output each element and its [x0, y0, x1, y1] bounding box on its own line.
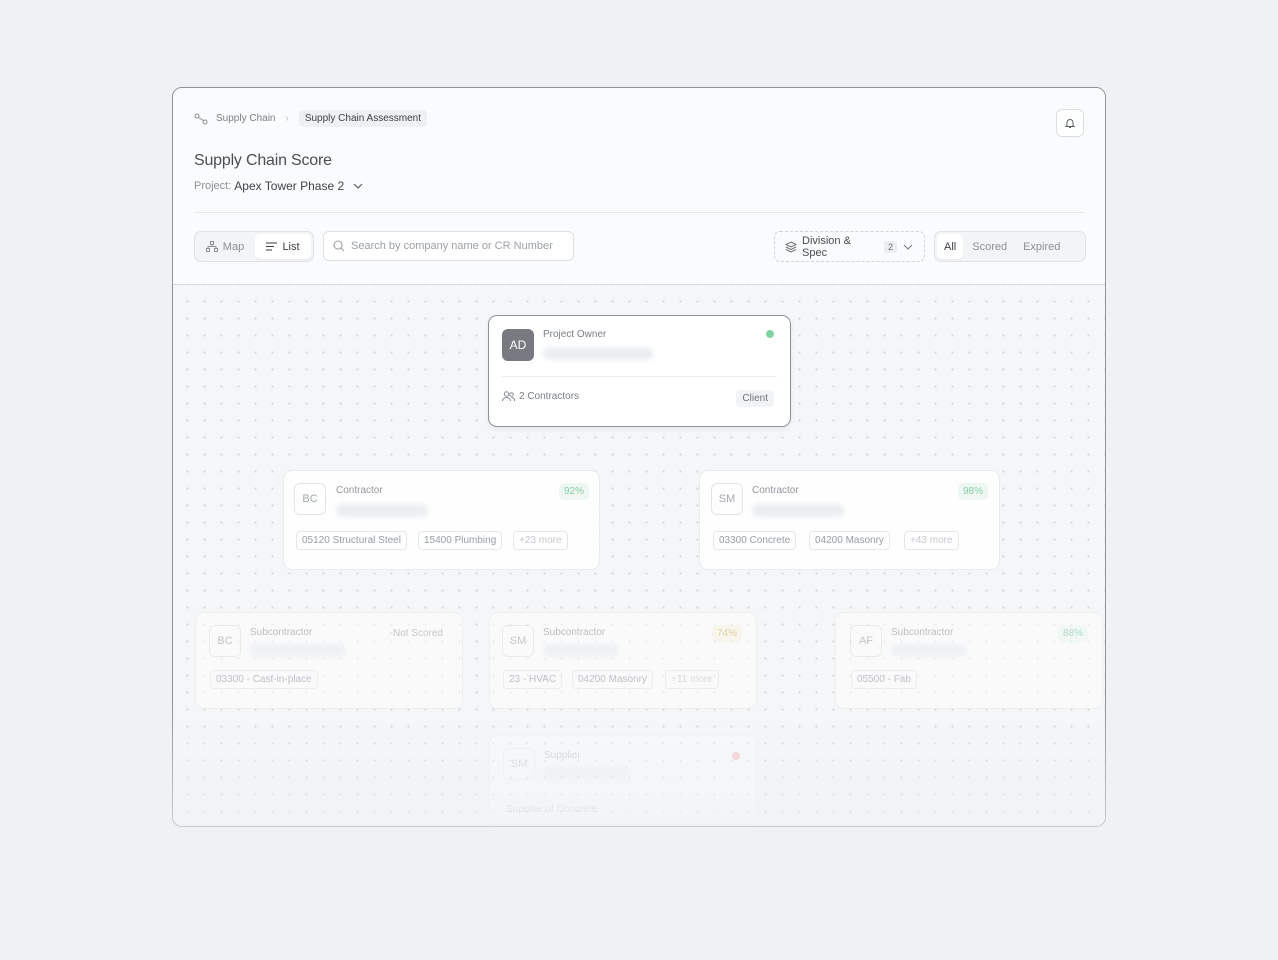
contractor-name-redacted — [752, 504, 844, 517]
contractor-name-redacted — [336, 504, 428, 517]
avatar: AD — [502, 329, 534, 361]
contractors-count: 2 Contractors — [502, 391, 579, 402]
layers-icon — [785, 240, 797, 253]
contractor-role: Contractor — [752, 485, 799, 496]
division-label: Division & Spec — [802, 234, 851, 259]
supply-chain-icon — [194, 113, 208, 124]
avatar: BC — [294, 483, 326, 515]
spec-tag: 05120 Structural Steel — [296, 531, 407, 550]
search-icon — [333, 240, 345, 252]
map-view-label: Map — [222, 240, 245, 253]
breadcrumb-root[interactable]: Supply Chain — [216, 113, 275, 124]
division-spec-filter[interactable]: Division & Spec 2 — [774, 231, 925, 262]
more-tags: +43 more — [904, 531, 959, 550]
supplier-name-redacted — [544, 767, 630, 780]
project-owner-card[interactable]: AD Project Owner 2 Contractors Client — [488, 315, 791, 427]
score-badge: -Not Scored — [389, 628, 443, 639]
bell-icon — [1064, 119, 1076, 128]
supply-chain-map-canvas[interactable]: AD Project Owner 2 Contractors Client BC… — [173, 285, 1105, 826]
project-label: Project: — [194, 180, 232, 192]
chevron-down-icon — [353, 183, 363, 189]
supplier-role: Supplier — [544, 750, 581, 761]
map-view-button[interactable]: Map — [197, 234, 253, 259]
filter-expired[interactable]: Expired — [1016, 234, 1067, 259]
contractor-role: Contractor — [336, 485, 383, 496]
list-view-button[interactable]: List — [255, 234, 311, 259]
breadcrumb: Supply Chain › Supply Chain Assessment — [194, 110, 427, 127]
spec-tag: 15400 Plumbing — [418, 531, 503, 550]
avatar: SM — [711, 483, 743, 515]
client-badge: Client — [736, 390, 774, 407]
subcontractor-role: Subcontractor — [543, 627, 606, 638]
more-tags: +23 more — [513, 531, 568, 550]
view-toggle: Map List — [194, 231, 314, 262]
subcontractor-name-redacted — [891, 644, 967, 657]
owner-name-redacted — [543, 347, 653, 360]
avatar: BC — [209, 625, 241, 657]
page-title: Supply Chain Score — [194, 152, 332, 169]
subcontractor-role: Subcontractor — [250, 627, 313, 638]
spec-tag: 04200 Masonry — [809, 531, 890, 550]
spec-tag: 03300 Concrete — [713, 531, 797, 550]
page-header: Supply Chain › Supply Chain Assessment S… — [173, 88, 1105, 285]
subcontractor-name-redacted — [250, 644, 346, 657]
score-badge: 98% — [957, 483, 988, 500]
spec-tag: 03300 - Cast-in-place — [210, 670, 318, 689]
score-badge: 92% — [558, 483, 589, 500]
score-badge: 88% — [1057, 625, 1088, 642]
filter-all[interactable]: All — [937, 234, 964, 259]
subcontractor-name-redacted — [543, 644, 619, 657]
owner-card-divider — [502, 376, 777, 377]
contractor-card[interactable]: BC Contractor 92% 05120 Structural Steel… — [283, 470, 600, 570]
breadcrumb-current: Supply Chain Assessment — [298, 110, 427, 127]
subcontractor-card[interactable]: BC Subcontractor -Not Scored 03300 - Cas… — [195, 612, 463, 709]
subcontractor-card[interactable]: AF Subcontractor 88% 05500 - Fab — [835, 612, 1103, 709]
header-divider — [194, 212, 1084, 213]
project-name: Apex Tower Phase 2 — [234, 179, 345, 193]
search-input[interactable]: Search by company name or CR Number — [323, 231, 574, 261]
project-selector[interactable]: Project: Apex Tower Phase 2 — [194, 179, 365, 193]
division-count-badge: 2 — [884, 240, 898, 253]
contractor-card[interactable]: SM Contractor 98% 03300 Concrete 04200 M… — [699, 470, 1000, 570]
avatar: SM — [502, 625, 534, 657]
avatar: AF — [850, 625, 882, 657]
spec-tag: 04200 Masonry — [572, 670, 653, 689]
owner-role: Project Owner — [543, 329, 607, 340]
score-badge: 74% — [711, 625, 742, 642]
filter-scored[interactable]: Scored — [965, 234, 1014, 259]
status-filter-tabs: All Scored Expired — [934, 231, 1086, 262]
spec-tag: 05500 - Fab — [851, 670, 917, 689]
status-dot — [766, 330, 774, 338]
contractors-count-label: 2 Contractors — [519, 391, 580, 402]
chevron-right-icon: › — [285, 113, 289, 124]
more-tags: +11 more — [665, 670, 719, 689]
subcontractor-role: Subcontractor — [891, 627, 954, 638]
hierarchy-icon — [205, 241, 218, 252]
list-icon — [266, 242, 278, 251]
supply-chain-window: Supply Chain › Supply Chain Assessment S… — [172, 87, 1106, 827]
subcontractor-card[interactable]: SM Subcontractor 74% 23 - HVAC 04200 Mas… — [489, 612, 757, 709]
users-icon — [502, 391, 515, 402]
avatar: SM — [503, 748, 535, 780]
notifications-button[interactable] — [1056, 109, 1084, 137]
search-placeholder: Search by company name or CR Number — [351, 240, 553, 252]
supplier-footer: Supplier of Concrete — [506, 804, 598, 815]
chevron-down-icon — [903, 244, 913, 250]
supplier-card[interactable]: SM Supplier Supplier of Concrete — [489, 735, 757, 825]
status-dot — [732, 752, 740, 760]
list-view-label: List — [282, 240, 300, 253]
spec-tag: 23 - HVAC — [503, 670, 563, 689]
